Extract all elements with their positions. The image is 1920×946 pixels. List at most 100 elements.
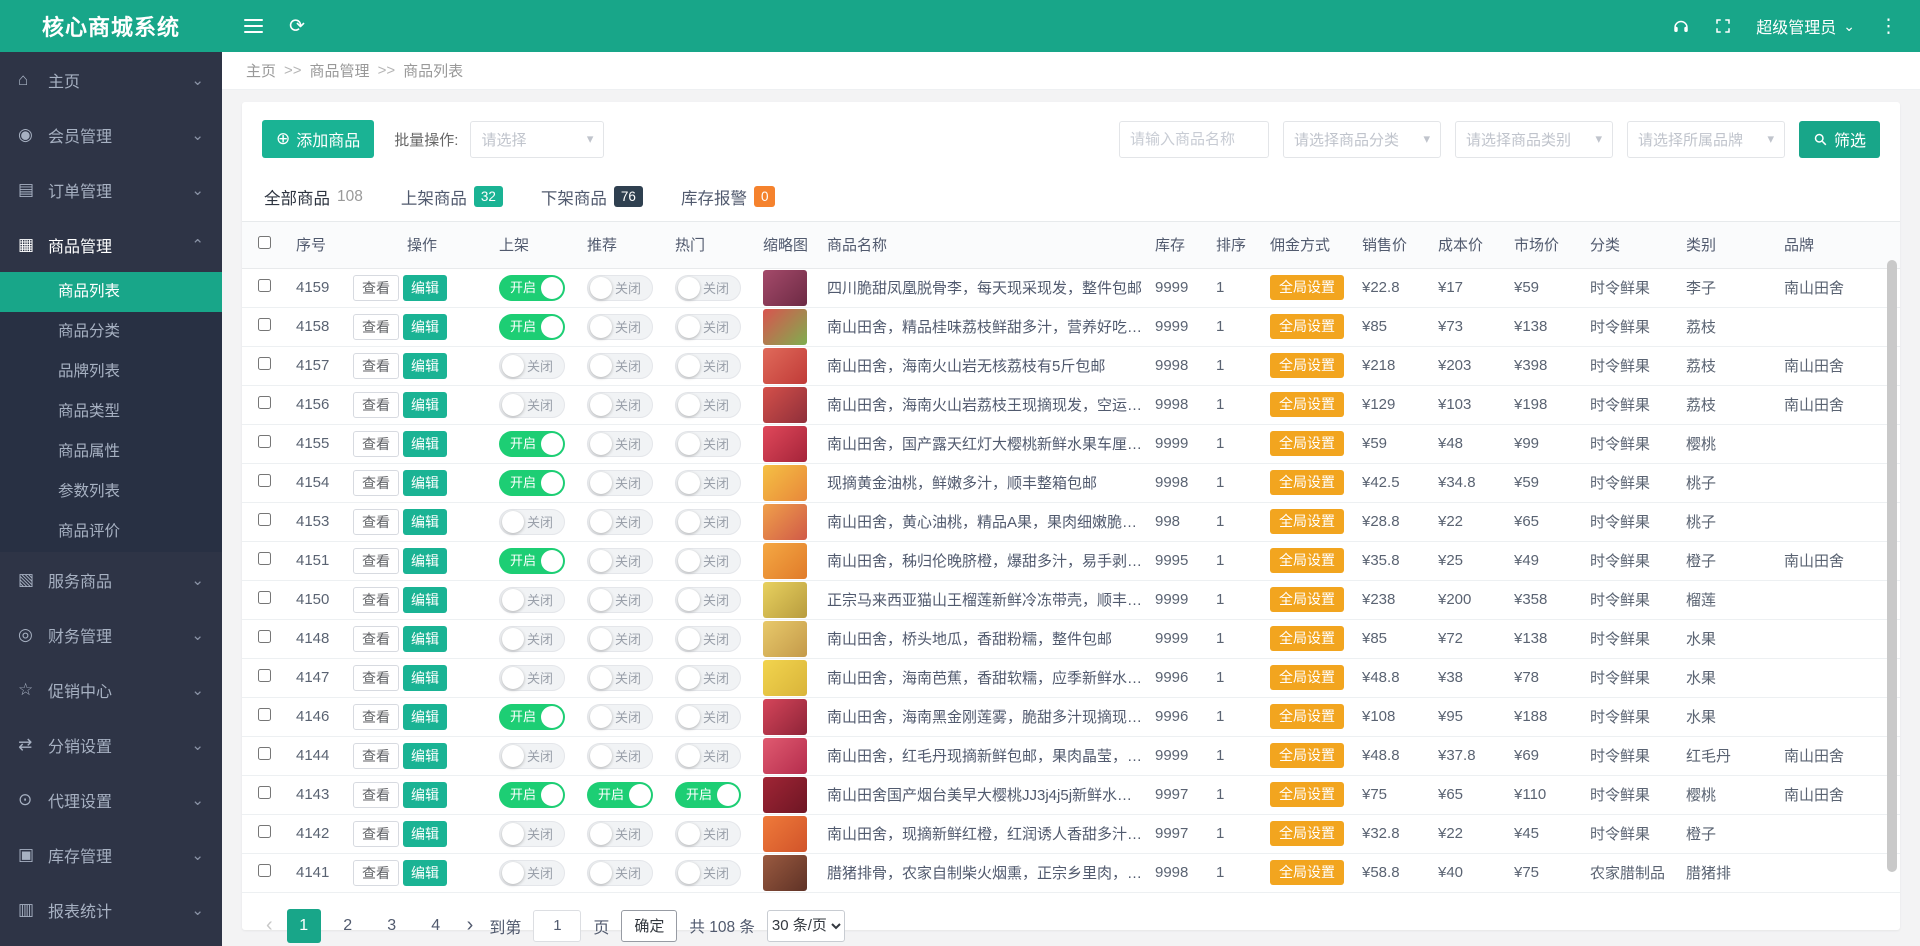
tab-off-shelf[interactable]: 下架商品76 bbox=[541, 185, 643, 209]
shelf-toggle[interactable]: 关闭 bbox=[499, 860, 565, 886]
select-all-checkbox[interactable] bbox=[258, 236, 271, 249]
page-button[interactable]: 3 bbox=[375, 909, 409, 943]
row-checkbox[interactable] bbox=[258, 396, 271, 409]
hot-toggle[interactable]: 关闭 bbox=[675, 743, 741, 769]
commission-button[interactable]: 全局设置 bbox=[1270, 782, 1344, 807]
hot-toggle[interactable]: 关闭 bbox=[675, 821, 741, 847]
row-checkbox[interactable] bbox=[258, 318, 271, 331]
commission-button[interactable]: 全局设置 bbox=[1270, 626, 1344, 651]
prev-page-button[interactable]: ‹ bbox=[262, 914, 277, 937]
row-checkbox[interactable] bbox=[258, 630, 271, 643]
shelf-toggle[interactable]: 关闭 bbox=[499, 509, 565, 535]
recommend-toggle[interactable]: 关闭 bbox=[587, 626, 653, 652]
breadcrumb-item[interactable]: 主页 bbox=[246, 60, 276, 81]
row-checkbox[interactable] bbox=[258, 357, 271, 370]
sidebar-subitem-brand-list[interactable]: 品牌列表 bbox=[0, 352, 222, 392]
recommend-toggle[interactable]: 关闭 bbox=[587, 392, 653, 418]
sidebar-item-service-products[interactable]: ▧服务商品⌄ bbox=[0, 552, 222, 607]
edit-button[interactable]: 编辑 bbox=[403, 704, 447, 730]
edit-button[interactable]: 编辑 bbox=[403, 314, 447, 340]
recommend-toggle[interactable]: 关闭 bbox=[587, 314, 653, 340]
view-button[interactable]: 查看 bbox=[353, 353, 399, 379]
shelf-toggle[interactable]: 开启 bbox=[499, 275, 565, 301]
shelf-toggle[interactable]: 开启 bbox=[499, 782, 565, 808]
hot-toggle[interactable]: 关闭 bbox=[675, 704, 741, 730]
sidebar-subitem-product-types[interactable]: 商品类型 bbox=[0, 392, 222, 432]
sidebar-item-distribution[interactable]: ⇄分销设置⌄ bbox=[0, 717, 222, 772]
recommend-toggle[interactable]: 关闭 bbox=[587, 821, 653, 847]
commission-button[interactable]: 全局设置 bbox=[1270, 470, 1344, 495]
add-product-button[interactable]: ⊕ 添加商品 bbox=[262, 120, 374, 158]
view-button[interactable]: 查看 bbox=[353, 860, 399, 886]
page-button[interactable]: 2 bbox=[331, 909, 365, 943]
row-checkbox[interactable] bbox=[258, 591, 271, 604]
sidebar-subitem-product-reviews[interactable]: 商品评价 bbox=[0, 512, 222, 552]
commission-button[interactable]: 全局设置 bbox=[1270, 665, 1344, 690]
hot-toggle[interactable]: 关闭 bbox=[675, 392, 741, 418]
commission-button[interactable]: 全局设置 bbox=[1270, 704, 1344, 729]
page-button[interactable]: 4 bbox=[419, 909, 453, 943]
commission-button[interactable]: 全局设置 bbox=[1270, 275, 1344, 300]
sidebar-item-inventory[interactable]: ▣库存管理⌄ bbox=[0, 827, 222, 882]
support-headset-icon[interactable] bbox=[1672, 17, 1690, 35]
vertical-scrollbar[interactable] bbox=[1887, 260, 1897, 872]
row-checkbox[interactable] bbox=[258, 747, 271, 760]
sidebar-item-products[interactable]: ▦商品管理⌃ bbox=[0, 217, 222, 272]
shelf-toggle[interactable]: 开启 bbox=[499, 548, 565, 574]
edit-button[interactable]: 编辑 bbox=[403, 587, 447, 613]
row-checkbox[interactable] bbox=[258, 552, 271, 565]
view-button[interactable]: 查看 bbox=[353, 431, 399, 457]
recommend-toggle[interactable]: 关闭 bbox=[587, 665, 653, 691]
recommend-toggle[interactable]: 关闭 bbox=[587, 431, 653, 457]
recommend-toggle[interactable]: 开启 bbox=[587, 782, 653, 808]
shelf-toggle[interactable]: 关闭 bbox=[499, 587, 565, 613]
edit-button[interactable]: 编辑 bbox=[403, 626, 447, 652]
sidebar-subitem-product-categories[interactable]: 商品分类 bbox=[0, 312, 222, 352]
commission-button[interactable]: 全局设置 bbox=[1270, 392, 1344, 417]
tab-stock-alert[interactable]: 库存报警0 bbox=[681, 185, 776, 209]
breadcrumb-item[interactable]: 商品列表 bbox=[403, 60, 463, 81]
row-checkbox[interactable] bbox=[258, 435, 271, 448]
sidebar-item-finance[interactable]: ◎财务管理⌄ bbox=[0, 607, 222, 662]
sidebar-item-agent[interactable]: ⊙代理设置⌄ bbox=[0, 772, 222, 827]
shelf-toggle[interactable]: 开启 bbox=[499, 470, 565, 496]
per-page-select[interactable]: 30 条/页 bbox=[767, 910, 845, 942]
fullscreen-icon[interactable] bbox=[1714, 17, 1732, 35]
recommend-toggle[interactable]: 关闭 bbox=[587, 509, 653, 535]
edit-button[interactable]: 编辑 bbox=[403, 743, 447, 769]
edit-button[interactable]: 编辑 bbox=[403, 860, 447, 886]
view-button[interactable]: 查看 bbox=[353, 548, 399, 574]
edit-button[interactable]: 编辑 bbox=[403, 665, 447, 691]
sidebar-item-home[interactable]: ⌂主页⌄ bbox=[0, 52, 222, 107]
recommend-toggle[interactable]: 关闭 bbox=[587, 470, 653, 496]
row-checkbox[interactable] bbox=[258, 669, 271, 682]
recommend-toggle[interactable]: 关闭 bbox=[587, 548, 653, 574]
view-button[interactable]: 查看 bbox=[353, 743, 399, 769]
sidebar-subitem-parameter-list[interactable]: 参数列表 bbox=[0, 472, 222, 512]
recommend-toggle[interactable]: 关闭 bbox=[587, 860, 653, 886]
shelf-toggle[interactable]: 关闭 bbox=[499, 743, 565, 769]
edit-button[interactable]: 编辑 bbox=[403, 821, 447, 847]
sidebar-item-reports[interactable]: ▥报表统计⌄ bbox=[0, 882, 222, 937]
recommend-toggle[interactable]: 关闭 bbox=[587, 353, 653, 379]
refresh-icon[interactable]: ⟳ bbox=[289, 17, 305, 36]
category-select[interactable]: 请选择商品分类 ▾ bbox=[1283, 121, 1441, 158]
page-button[interactable]: 1 bbox=[287, 909, 321, 943]
recommend-toggle[interactable]: 关闭 bbox=[587, 704, 653, 730]
commission-button[interactable]: 全局设置 bbox=[1270, 314, 1344, 339]
shelf-toggle[interactable]: 关闭 bbox=[499, 353, 565, 379]
recommend-toggle[interactable]: 关闭 bbox=[587, 275, 653, 301]
view-button[interactable]: 查看 bbox=[353, 665, 399, 691]
edit-button[interactable]: 编辑 bbox=[403, 782, 447, 808]
filter-button[interactable]: 筛选 bbox=[1799, 121, 1880, 158]
shelf-toggle[interactable]: 开启 bbox=[499, 704, 565, 730]
hot-toggle[interactable]: 关闭 bbox=[675, 275, 741, 301]
view-button[interactable]: 查看 bbox=[353, 782, 399, 808]
commission-button[interactable]: 全局设置 bbox=[1270, 821, 1344, 846]
row-checkbox[interactable] bbox=[258, 279, 271, 292]
hot-toggle[interactable]: 关闭 bbox=[675, 431, 741, 457]
view-button[interactable]: 查看 bbox=[353, 392, 399, 418]
edit-button[interactable]: 编辑 bbox=[403, 275, 447, 301]
hot-toggle[interactable]: 关闭 bbox=[675, 548, 741, 574]
edit-button[interactable]: 编辑 bbox=[403, 548, 447, 574]
